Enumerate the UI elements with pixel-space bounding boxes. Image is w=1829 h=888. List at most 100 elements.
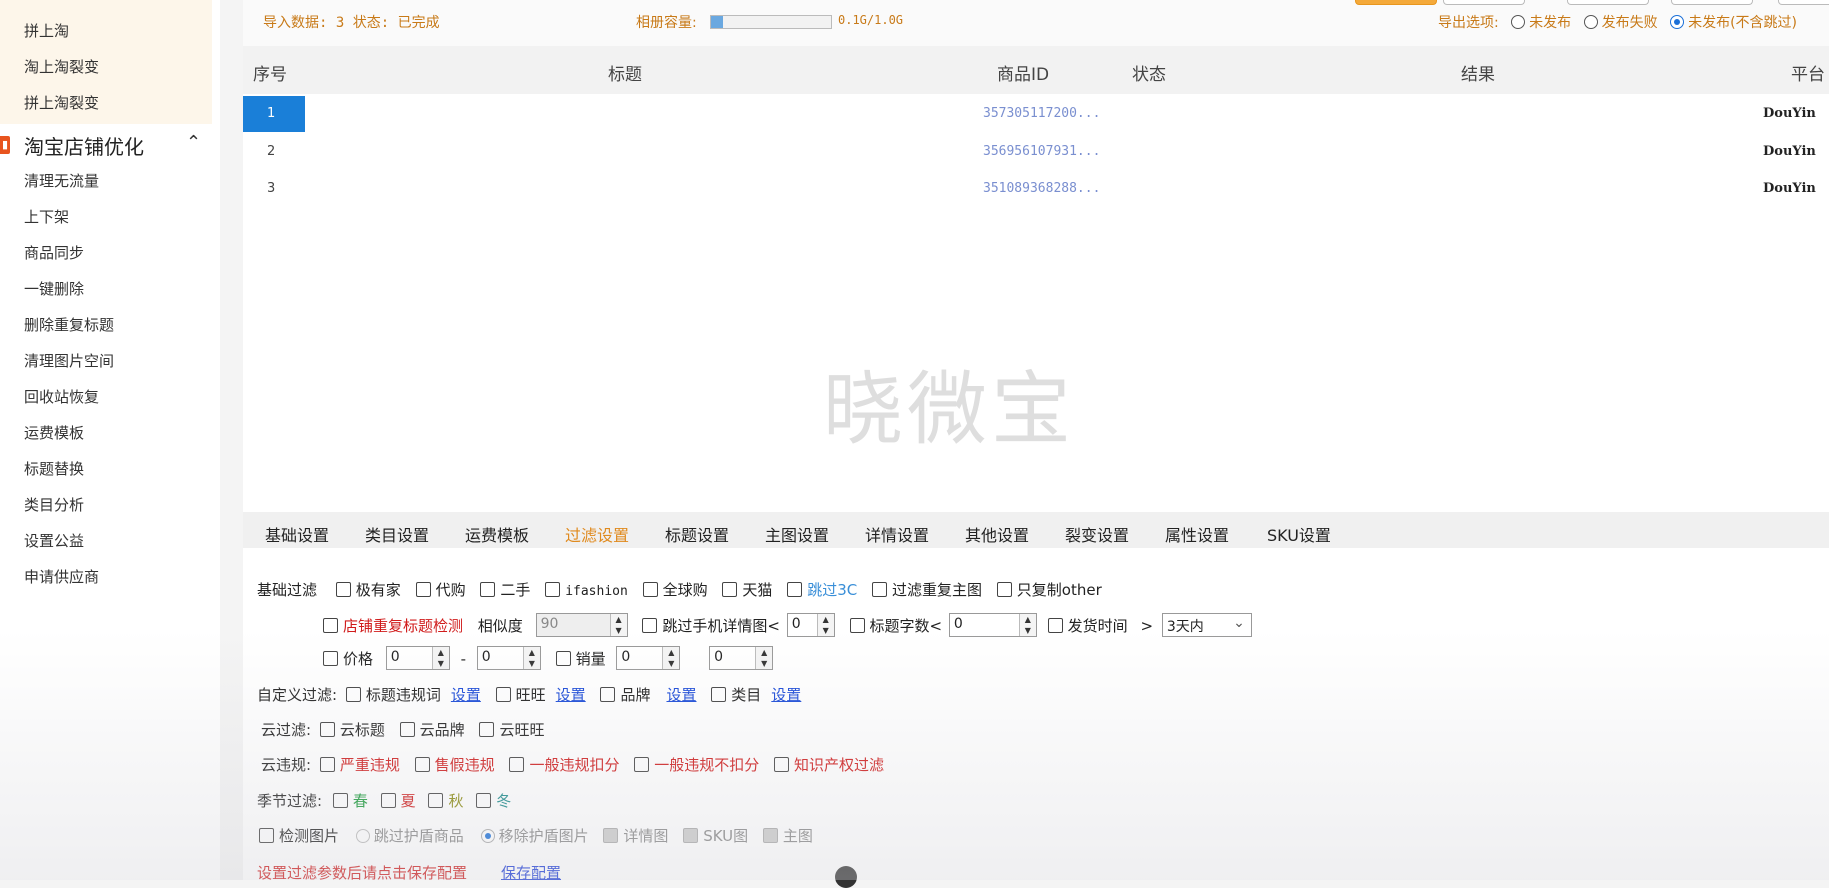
radio-label: 移除护盾图片 bbox=[498, 827, 589, 845]
sidebar-section-taobao-optimize[interactable]: ▮ 淘宝店铺优化 ⌃ bbox=[0, 128, 212, 162]
album-capacity-value: 0.1G/1.0G bbox=[838, 13, 904, 27]
action-button-5[interactable] bbox=[1778, 0, 1829, 5]
col-header-product-id[interactable]: 商品ID bbox=[997, 60, 1049, 85]
tab-other[interactable]: 其他设置 bbox=[965, 522, 1029, 546]
checkbox-main-image[interactable] bbox=[762, 828, 778, 843]
checkbox-cloud-title[interactable] bbox=[319, 722, 335, 737]
checkbox-general-violation-deduct[interactable] bbox=[509, 757, 525, 772]
tab-fission[interactable]: 裂变设置 bbox=[1065, 522, 1129, 546]
sidebar-item-pin-shang-tao[interactable]: 拼上淘 bbox=[24, 20, 69, 41]
sidebar-item-pin-shang-tao-fission[interactable]: 拼上淘裂变 bbox=[24, 92, 99, 113]
checkbox-skip-3c[interactable] bbox=[787, 582, 803, 597]
checkbox-spring[interactable] bbox=[332, 793, 348, 808]
sidebar-item-title-replace[interactable]: 标题替换 bbox=[24, 458, 84, 479]
settings-link-title-words[interactable]: 设置 bbox=[451, 686, 481, 704]
tab-title[interactable]: 标题设置 bbox=[665, 522, 729, 546]
export-radio-unpublished[interactable] bbox=[1511, 15, 1526, 29]
settings-link-category[interactable]: 设置 bbox=[771, 686, 801, 704]
sidebar-item-tao-shang-tao-fission[interactable]: 淘上淘裂变 bbox=[24, 56, 99, 77]
tab-category[interactable]: 类目设置 bbox=[365, 522, 429, 546]
checkbox-detail-image[interactable] bbox=[603, 828, 619, 843]
checkbox-title-violation-words[interactable] bbox=[345, 687, 361, 702]
sidebar-item-category-analysis[interactable]: 类目分析 bbox=[24, 494, 84, 515]
checkbox-title-length[interactable] bbox=[849, 618, 865, 633]
export-radio-failed[interactable] bbox=[1583, 15, 1598, 29]
checkbox-shop-dup-title[interactable] bbox=[323, 618, 338, 633]
checkbox-ship-time[interactable] bbox=[1047, 618, 1063, 633]
checkbox-copy-other-only[interactable] bbox=[996, 582, 1012, 597]
sales-min-stepper[interactable]: 0 ▲ ▼ bbox=[616, 646, 681, 670]
action-button-2[interactable] bbox=[1443, 0, 1525, 5]
col-header-title[interactable]: 标题 bbox=[608, 60, 642, 85]
radio-skip-shield-products[interactable] bbox=[355, 829, 370, 843]
row-index-selected[interactable]: 1 bbox=[243, 96, 305, 132]
checkbox-skip-phone-detail[interactable] bbox=[642, 618, 658, 633]
col-header-status[interactable]: 状态 bbox=[1132, 60, 1166, 85]
checkbox-image-check[interactable] bbox=[259, 828, 274, 843]
checkbox-general-violation-no-deduct[interactable] bbox=[634, 757, 650, 772]
ship-time-select[interactable]: 3天内 ⌄ bbox=[1161, 613, 1252, 637]
sidebar-item-one-click-delete[interactable]: 一键删除 bbox=[24, 278, 84, 299]
checkbox-winter[interactable] bbox=[476, 793, 492, 808]
price-min-stepper[interactable]: 0 ▲ ▼ bbox=[385, 646, 450, 670]
checkbox-jiyoujia[interactable] bbox=[335, 582, 351, 597]
sidebar-item-shelf[interactable]: 上下架 bbox=[24, 206, 69, 227]
checkbox-tmall[interactable] bbox=[722, 582, 738, 597]
action-button-4[interactable] bbox=[1671, 0, 1753, 5]
price-max-stepper[interactable]: 0 ▲ ▼ bbox=[476, 646, 541, 670]
sidebar-item-delete-dup-titles[interactable]: 删除重复标题 bbox=[24, 314, 114, 335]
title-length-stepper[interactable]: 0 ▲ ▼ bbox=[948, 613, 1037, 637]
settings-link-wangwang[interactable]: 设置 bbox=[556, 686, 586, 704]
sidebar-item-clean-no-traffic[interactable]: 清理无流量 bbox=[24, 170, 99, 191]
tab-sku[interactable]: SKU设置 bbox=[1267, 522, 1331, 546]
table-row[interactable]: 2 356956107931... DouYin bbox=[243, 134, 1829, 170]
checkbox-secondhand[interactable] bbox=[480, 582, 496, 597]
checkbox-cloud-brand[interactable] bbox=[399, 722, 415, 737]
checkbox-sku-image[interactable] bbox=[683, 828, 699, 843]
checkbox-summer[interactable] bbox=[380, 793, 396, 808]
action-button-3[interactable] bbox=[1567, 0, 1649, 5]
tab-shipping-template[interactable]: 运费模板 bbox=[465, 522, 529, 546]
checkbox-cloud-wangwang[interactable] bbox=[479, 722, 495, 737]
sidebar-item-charity[interactable]: 设置公益 bbox=[24, 530, 84, 551]
checkbox-brand[interactable] bbox=[600, 687, 616, 702]
col-header-platform[interactable]: 平台 bbox=[1791, 60, 1825, 85]
tab-basic[interactable]: 基础设置 bbox=[265, 522, 329, 546]
sidebar-item-apply-supplier[interactable]: 申请供应商 bbox=[24, 566, 99, 587]
checkbox-counterfeit-violation[interactable] bbox=[414, 757, 430, 772]
tab-attributes[interactable]: 属性设置 bbox=[1165, 522, 1229, 546]
chevron-up-icon[interactable]: ⌃ bbox=[186, 132, 201, 153]
similarity-label: 相似度 bbox=[477, 617, 523, 635]
checkbox-filter-dup-main-image[interactable] bbox=[872, 582, 887, 597]
action-button-1[interactable] bbox=[1355, 0, 1437, 5]
sales-max-stepper[interactable]: 0 ▲ ▼ bbox=[709, 646, 774, 670]
mouse-cursor bbox=[835, 866, 857, 888]
sidebar-item-product-sync[interactable]: 商品同步 bbox=[24, 242, 84, 263]
table-row[interactable]: 3 351089368288... DouYin bbox=[243, 171, 1829, 207]
sidebar-item-recycle-restore[interactable]: 回收站恢复 bbox=[24, 386, 99, 407]
phone-detail-stepper[interactable]: 0 ▲ ▼ bbox=[786, 613, 835, 637]
tab-detail[interactable]: 详情设置 bbox=[865, 522, 929, 546]
sidebar-item-shipping-template[interactable]: 运费模板 bbox=[24, 422, 84, 443]
checkbox-label: 销量 bbox=[575, 650, 606, 668]
similarity-stepper[interactable]: 90 ▲ ▼ bbox=[535, 613, 628, 637]
checkbox-price[interactable] bbox=[323, 651, 338, 666]
checkbox-wangwang[interactable] bbox=[495, 687, 511, 702]
col-header-result[interactable]: 结果 bbox=[1461, 60, 1495, 85]
tab-main-image[interactable]: 主图设置 bbox=[765, 522, 829, 546]
table-row[interactable]: 1 357305117200... DouYin bbox=[243, 96, 1829, 132]
checkbox-daigou[interactable] bbox=[415, 582, 431, 597]
checkbox-sales[interactable] bbox=[555, 651, 571, 666]
col-header-index[interactable]: 序号 bbox=[253, 60, 287, 85]
checkbox-ifashion[interactable] bbox=[545, 582, 561, 597]
sidebar-item-clean-image-space[interactable]: 清理图片空间 bbox=[24, 350, 114, 371]
checkbox-severe-violation[interactable] bbox=[319, 757, 335, 772]
export-radio-unpublished-no-skip[interactable] bbox=[1670, 15, 1685, 29]
checkbox-ip-filter[interactable] bbox=[774, 757, 790, 772]
radio-remove-shield-images[interactable] bbox=[480, 829, 495, 843]
tab-filter[interactable]: 过滤设置 bbox=[565, 522, 629, 546]
checkbox-global[interactable] bbox=[642, 582, 658, 597]
checkbox-category[interactable] bbox=[711, 687, 727, 702]
settings-link-brand[interactable]: 设置 bbox=[666, 686, 696, 704]
checkbox-autumn[interactable] bbox=[428, 793, 444, 808]
